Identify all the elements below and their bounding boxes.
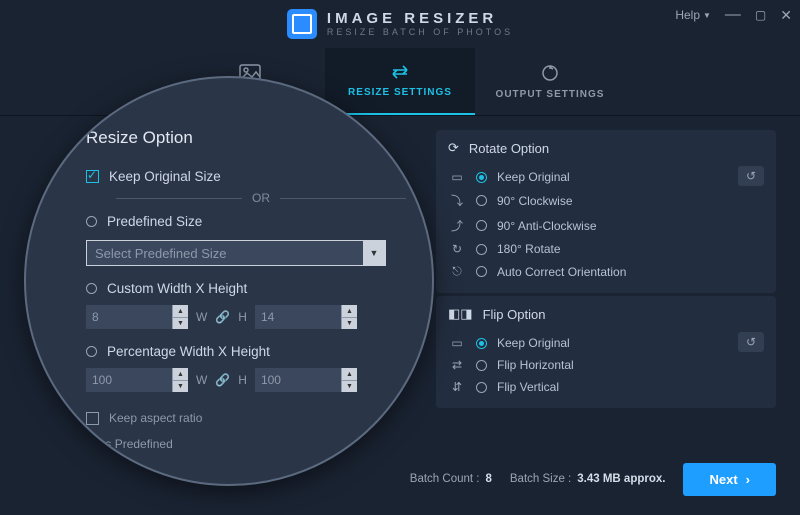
- pwidth-step-down[interactable]: ▼: [172, 380, 188, 392]
- next-button[interactable]: Next ›: [683, 463, 776, 496]
- rotate-auto-radio[interactable]: [476, 266, 487, 277]
- cw-icon: ⤵: [448, 192, 466, 209]
- rotate-180-label: 180° Rotate: [497, 242, 561, 256]
- flip-icon: ◧◨: [448, 306, 473, 322]
- rotate-panel: ⟳ Rotate Option ▭ Keep Original ↺ ⤵ 90° …: [436, 130, 776, 293]
- gear-icon: [540, 63, 560, 83]
- rotate-acw-radio[interactable]: [476, 220, 487, 231]
- resize-icon: [389, 63, 411, 81]
- rotate-heading: Rotate Option: [469, 141, 549, 156]
- rotate-keep-label: Keep Original: [497, 170, 570, 184]
- flip-v-icon: ⇵: [448, 380, 466, 394]
- zoom-lens: Resize Option Keep Original Size OR Pred…: [24, 76, 434, 486]
- rotate-cw-radio[interactable]: [476, 195, 487, 206]
- auto-orient-icon: ⎋: [448, 264, 466, 279]
- tab-output-settings[interactable]: OUTPUT SETTINGS: [475, 48, 625, 115]
- flip-vertical-radio[interactable]: [476, 382, 487, 393]
- flip-keep-label: Keep Original: [497, 336, 570, 350]
- or-divider: OR: [252, 191, 270, 205]
- rotate-keep-radio[interactable]: [476, 172, 487, 183]
- height-step-down[interactable]: ▼: [341, 317, 357, 329]
- pwidth-step-up[interactable]: ▲: [172, 368, 188, 380]
- rotate-cw-label: 90° Clockwise: [497, 194, 573, 208]
- keep-rotate-icon: ▭: [448, 170, 466, 184]
- predefined-size-select[interactable]: Select Predefined Size ▼: [86, 240, 386, 266]
- acw-icon: ⤴: [448, 217, 466, 234]
- keep-aspect-ratio-label: Keep aspect ratio: [109, 411, 202, 425]
- percent-size-label: Percentage Width X Height: [107, 344, 270, 359]
- save-as-predefined-link[interactable]: Save as Predefined: [68, 437, 173, 451]
- chevron-right-icon: ›: [746, 472, 750, 487]
- help-menu[interactable]: Help ▼: [675, 8, 711, 22]
- batch-count: Batch Count : 8: [410, 473, 492, 485]
- keep-aspect-ratio-checkbox[interactable]: [86, 412, 99, 425]
- flip-horizontal-label: Flip Horizontal: [497, 358, 574, 372]
- predefined-size-label: Predefined Size: [107, 214, 202, 229]
- rotate-auto-label: Auto Correct Orientation: [497, 265, 626, 279]
- pheight-step-up[interactable]: ▲: [341, 368, 357, 380]
- custom-height-input[interactable]: [255, 305, 341, 329]
- width-step-down[interactable]: ▼: [172, 317, 188, 329]
- flip-panel: ◧◨ Flip Option ▭ Keep Original ↺ ⇄ Flip …: [436, 296, 776, 408]
- predefined-size-radio[interactable]: [86, 216, 97, 227]
- pheight-step-down[interactable]: ▼: [341, 380, 357, 392]
- percent-width-input[interactable]: [86, 368, 172, 392]
- rotate-180-radio[interactable]: [476, 244, 487, 255]
- h-label-2: H: [238, 373, 247, 387]
- flip-keep-radio[interactable]: [476, 338, 487, 349]
- rotate180-icon: ↻: [448, 242, 466, 256]
- resize-heading: Resize Option: [86, 128, 193, 148]
- flip-h-icon: ⇄: [448, 358, 466, 372]
- close-button[interactable]: ✕: [780, 7, 792, 24]
- predefined-select-placeholder: Select Predefined Size: [95, 246, 227, 261]
- keep-flip-icon: ▭: [448, 336, 466, 350]
- rotate-reset-button[interactable]: ↺: [738, 166, 764, 186]
- w-label: W: [196, 310, 207, 324]
- custom-size-label: Custom Width X Height: [107, 281, 247, 296]
- percent-size-radio[interactable]: [86, 346, 97, 357]
- width-step-up[interactable]: ▲: [172, 305, 188, 317]
- height-step-up[interactable]: ▲: [341, 305, 357, 317]
- chevron-down-icon: ▼: [363, 241, 385, 265]
- percent-height-input[interactable]: [255, 368, 341, 392]
- batch-size: Batch Size : 3.43 MB approx.: [510, 473, 666, 485]
- custom-size-radio[interactable]: [86, 283, 97, 294]
- tab-resize-settings[interactable]: RESIZE SETTINGS: [325, 48, 475, 115]
- flip-reset-button[interactable]: ↺: [738, 332, 764, 352]
- rotate-icon: ⟳: [448, 140, 459, 156]
- maximize-button[interactable]: ▢: [755, 8, 766, 22]
- rotate-acw-label: 90° Anti-Clockwise: [497, 219, 597, 233]
- keep-original-size-label: Keep Original Size: [109, 169, 221, 184]
- keep-original-size-checkbox[interactable]: [86, 170, 99, 183]
- app-subtitle: RESIZE BATCH OF PHOTOS: [327, 28, 513, 37]
- flip-vertical-label: Flip Vertical: [497, 380, 559, 394]
- app-logo: [287, 9, 317, 39]
- link-icon-2[interactable]: 🔗: [215, 373, 230, 387]
- chevron-down-icon: ▼: [703, 11, 711, 20]
- link-icon[interactable]: 🔗: [215, 310, 230, 324]
- w-label-2: W: [196, 373, 207, 387]
- flip-heading: Flip Option: [483, 307, 546, 322]
- app-title: IMAGE RESIZER: [327, 11, 513, 26]
- minimize-button[interactable]: —: [725, 6, 741, 24]
- flip-horizontal-radio[interactable]: [476, 360, 487, 371]
- h-label: H: [238, 310, 247, 324]
- custom-width-input[interactable]: [86, 305, 172, 329]
